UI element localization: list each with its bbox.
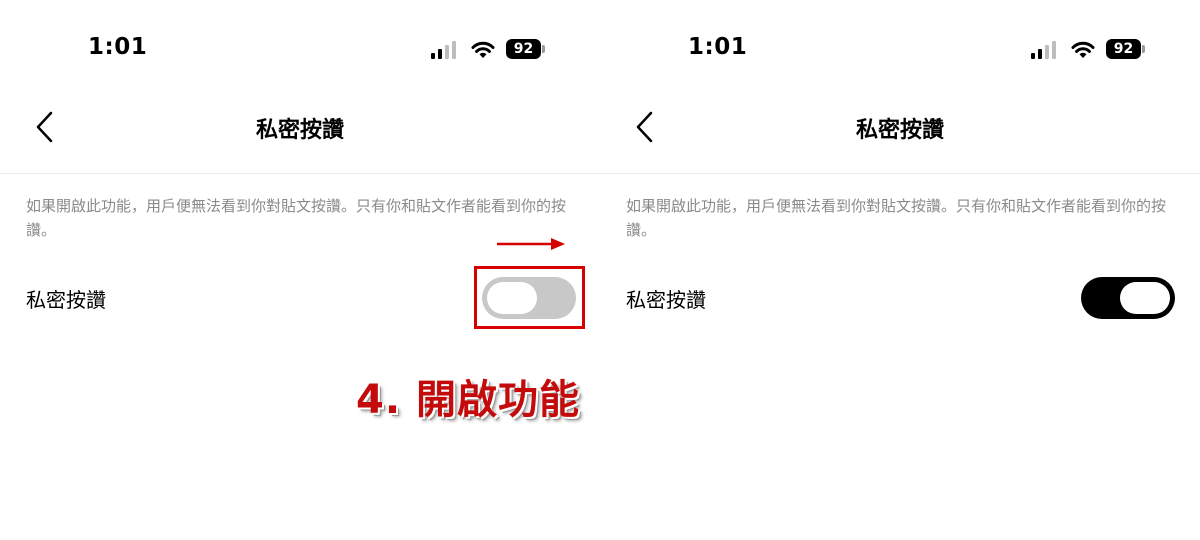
- header-divider: [0, 173, 600, 174]
- step-annotation: 4. 開啟功能: [356, 377, 580, 423]
- setting-label: 私密按讚: [26, 288, 106, 312]
- arrow-right-icon: [497, 238, 565, 250]
- status-time: 1:01: [88, 34, 148, 60]
- battery-icon: 92: [1106, 39, 1141, 59]
- page-title: 私密按讚: [855, 118, 944, 143]
- toggle-knob: [1120, 282, 1170, 314]
- battery-cap: [542, 45, 545, 53]
- screen-after: 1:01 92 私密按讚 如果開啟此功能，用戶便無法看到你對貼文按讚。只有你和貼…: [600, 0, 1200, 540]
- screen-before: 1:01 92 私密按讚 如果開啟此功能，用戶便無法看到你對貼文按讚。只有你和貼…: [0, 0, 600, 540]
- setting-description: 如果開啟此功能，用戶便無法看到你對貼文按讚。只有你和貼文作者能看到你的按讚。: [626, 197, 1167, 239]
- battery-icon: 92: [506, 39, 541, 59]
- wifi-icon: [1071, 41, 1095, 58]
- setting-label: 私密按讚: [626, 288, 706, 312]
- wifi-icon: [471, 41, 495, 58]
- page-title: 私密按讚: [255, 118, 344, 143]
- signal-icon: [1031, 41, 1061, 59]
- battery-cap: [1142, 45, 1145, 53]
- header-divider: [600, 173, 1200, 174]
- private-like-toggle[interactable]: [1081, 277, 1175, 319]
- setting-description: 如果開啟此功能，用戶便無法看到你對貼文按讚。只有你和貼文作者能看到你的按讚。: [26, 197, 567, 239]
- highlight-box: [474, 266, 585, 329]
- status-time: 1:01: [688, 34, 748, 60]
- signal-icon: [431, 41, 461, 59]
